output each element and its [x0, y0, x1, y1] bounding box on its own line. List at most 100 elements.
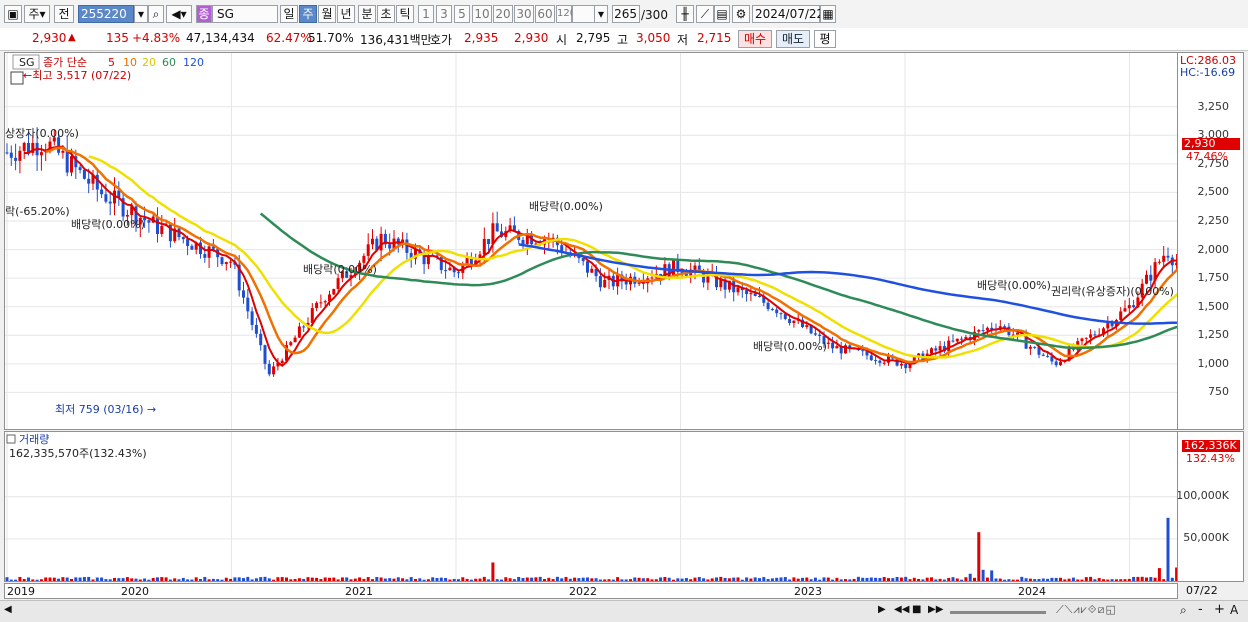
candle-body — [1145, 274, 1148, 284]
num-3[interactable]: 3 — [436, 5, 452, 23]
volume-box-icon[interactable] — [6, 434, 16, 444]
search-icon[interactable]: ⌕ — [148, 5, 164, 23]
volume-bar — [173, 578, 177, 581]
price-panel[interactable]: SG 종가 단순 5 10 20 60 120 ←최고 3,517 (07/22… — [4, 52, 1178, 430]
volume-bar — [693, 577, 697, 581]
candle-type-icon[interactable]: ╫ — [676, 5, 694, 23]
current-price: 2,930 — [32, 31, 67, 45]
stop-icon[interactable]: ■ — [912, 604, 921, 615]
volume-bar — [39, 579, 43, 581]
volume-bar — [285, 577, 288, 581]
sound-icon[interactable]: ◀▾ — [166, 5, 192, 23]
candle-body — [1149, 274, 1153, 281]
tf-second[interactable]: 초 — [377, 5, 395, 23]
num-30[interactable]: 30 — [514, 5, 534, 23]
volume-bar — [641, 578, 645, 581]
volume-bar — [461, 577, 465, 581]
buy-button[interactable]: 매수 — [738, 30, 772, 48]
volume-bar — [91, 579, 95, 581]
volume-panel[interactable]: 거래량 162,335,570주(132.43%) — [4, 431, 1178, 582]
interval-dropdown-icon[interactable]: ▾ — [594, 5, 608, 23]
candle-body — [745, 290, 749, 295]
volume-bar — [181, 577, 185, 581]
date-input[interactable]: 2024/07/22 — [752, 5, 824, 23]
volume-bar — [199, 579, 202, 581]
tf-year[interactable]: 년 — [337, 5, 355, 23]
price-tick: 2,250 — [1197, 214, 1230, 227]
volume-bar — [844, 579, 847, 581]
tf-week[interactable]: 주 — [299, 5, 317, 23]
candle-body — [938, 346, 942, 351]
legend-ma60: 60 — [162, 56, 176, 69]
candle-body — [229, 261, 233, 263]
gear-icon[interactable]: ⚙ — [732, 5, 750, 23]
volume-bar — [1011, 579, 1015, 581]
volume-bar — [697, 577, 701, 581]
volume-bar — [848, 579, 852, 581]
volume-bar — [1059, 577, 1062, 581]
tf-tick[interactable]: 틱 — [396, 5, 414, 23]
count-input[interactable]: 265 — [612, 5, 640, 23]
volume-bar — [362, 578, 366, 581]
volume-bar — [164, 577, 168, 581]
scroll-right-icon[interactable]: ▶ — [878, 604, 886, 615]
volume-bar — [852, 578, 856, 581]
volume-bar — [379, 577, 383, 581]
tf-month[interactable]: 월 — [318, 5, 336, 23]
hc-label: HC:-16.69 — [1180, 66, 1236, 79]
volume-bar — [968, 573, 972, 581]
num-60[interactable]: 60 — [535, 5, 555, 23]
volume-bar — [160, 577, 164, 581]
candle-body — [371, 238, 374, 245]
line-tool-icon[interactable]: ⟋ — [696, 5, 714, 23]
num-20[interactable]: 20 — [493, 5, 513, 23]
calendar-icon[interactable]: ▦ — [820, 5, 836, 23]
ask-price: 2,935 — [464, 31, 499, 45]
save-icon[interactable]: ▤ — [714, 5, 730, 23]
stock-name-field[interactable]: SG — [212, 5, 278, 23]
zoom-search-icon[interactable]: ⌕ — [1180, 603, 1187, 618]
volume-bar — [457, 579, 460, 581]
num-1[interactable]: 1 — [418, 5, 434, 23]
price-tick: 1,000 — [1197, 356, 1230, 370]
grid-toggle-icon[interactable] — [10, 71, 24, 85]
num-120[interactable]: 120 — [556, 5, 576, 23]
candle-body — [1033, 346, 1037, 348]
tf-minute[interactable]: 분 — [358, 5, 376, 23]
num-10[interactable]: 10 — [472, 5, 492, 23]
candle-body — [788, 318, 792, 324]
candle-body — [22, 143, 26, 151]
prev-button[interactable]: 전 — [54, 5, 74, 23]
candle-body — [160, 225, 164, 235]
volume-bar — [887, 578, 890, 581]
price-tick: 2,500 — [1197, 185, 1230, 199]
num-5[interactable]: 5 — [454, 5, 470, 23]
scroll-left-icon[interactable]: ◀ — [4, 604, 12, 615]
volume-value-label: 162,335,570주(132.43%) — [9, 447, 147, 460]
candle-body — [951, 340, 955, 342]
volume-bar — [237, 577, 241, 581]
sell-button[interactable]: 매도 — [776, 30, 810, 48]
volume-bar — [448, 579, 452, 581]
code-input[interactable]: 255220 — [78, 5, 134, 23]
chart-settings-icon[interactable]: ▣ — [4, 5, 22, 23]
fast-forward-icon[interactable]: ▶▶ — [928, 604, 943, 615]
vol-ratio-2: 51.70% — [308, 31, 354, 45]
code-dropdown-icon[interactable]: ▾ — [134, 5, 148, 23]
volume-bar — [792, 577, 796, 581]
volume-bar — [1003, 579, 1007, 581]
volume-bar — [874, 577, 878, 581]
auto-scale-button[interactable]: A — [1230, 603, 1238, 617]
rewind-icon[interactable]: ◀◀ — [894, 604, 909, 615]
period-select[interactable]: 주▾ — [24, 5, 50, 23]
tf-day[interactable]: 일 — [280, 5, 298, 23]
zoom-out-button[interactable]: - — [1198, 602, 1203, 617]
eval-button[interactable]: 평 — [814, 30, 836, 48]
drawing-tools-icon[interactable]: ⟋⟍⩘⩗⟐⧄◱ — [1056, 603, 1117, 617]
scroll-bar[interactable]: ◀ ▶ ◀◀ ■ ▶▶ ⟋⟍⩘⩗⟐⧄◱ ⌕ - + A — [0, 600, 1248, 622]
scroll-thumb[interactable] — [950, 611, 1046, 614]
zoom-in-button[interactable]: + — [1214, 602, 1225, 617]
annotation-dividend-5: 배당락(0.00%) — [977, 279, 1051, 292]
volume-bar — [611, 579, 615, 581]
candle-body — [207, 246, 211, 258]
